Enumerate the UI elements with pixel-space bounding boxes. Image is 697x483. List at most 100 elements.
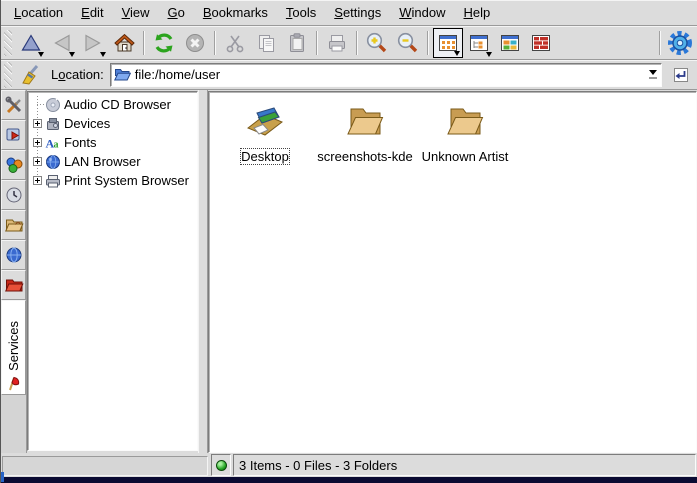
menu-location[interactable]: Location (5, 2, 72, 23)
sidebar-tab-network[interactable] (1, 240, 26, 270)
back-button[interactable] (47, 28, 77, 58)
folder-icon (443, 100, 487, 144)
tree-item-label: Audio CD Browser (64, 97, 171, 112)
status-led-box (211, 454, 231, 476)
cdrom-icon (45, 97, 61, 113)
menu-help[interactable]: Help (455, 2, 500, 23)
file-label[interactable]: Desktop (241, 149, 289, 164)
konqueror-window: Location Edit View Go Bookmarks Tools Se… (0, 0, 697, 483)
tree-expander-plus[interactable] (33, 157, 42, 166)
paste-button[interactable] (282, 28, 312, 58)
reload-icon (152, 31, 176, 55)
menu-edit[interactable]: Edit (72, 2, 112, 23)
fonts-icon: A a (45, 135, 61, 151)
tree-item-print[interactable]: Print System Browser (28, 171, 197, 190)
toolbar-separator (356, 31, 358, 55)
menu-view[interactable]: View (113, 2, 159, 23)
menu-bar: Location Edit View Go Bookmarks Tools Se… (1, 0, 697, 26)
zoom-out-button[interactable] (393, 28, 423, 58)
tree-item-label: Devices (64, 116, 110, 131)
forward-dropdown-arrow[interactable] (100, 52, 106, 57)
sidebar-configure-button[interactable] (1, 90, 26, 120)
toolbar-separator (316, 31, 318, 55)
toolbar-separator (143, 31, 145, 55)
sidebar-tab-home-folder[interactable] (1, 210, 26, 240)
printer-icon (326, 32, 348, 54)
back-dropdown-arrow[interactable] (69, 52, 75, 57)
svg-text:a: a (54, 139, 59, 150)
file-label[interactable]: Unknown Artist (422, 149, 509, 164)
file-label[interactable]: screenshots-kde (317, 149, 412, 164)
detail-view-button[interactable] (526, 28, 556, 58)
home-folder-icon (4, 215, 24, 235)
clear-location-button[interactable] (19, 62, 45, 88)
tree-item-devices[interactable]: Devices (28, 114, 197, 133)
tree-item-audiocd[interactable]: Audio CD Browser (28, 95, 197, 114)
menu-settings[interactable]: Settings (325, 2, 390, 23)
tree-expander-plus[interactable] (33, 119, 42, 128)
back-arrow-icon (51, 32, 73, 54)
status-text: 3 Items - 0 Files - 3 Folders (233, 454, 696, 476)
menu-go[interactable]: Go (159, 2, 194, 23)
copy-button[interactable] (251, 28, 281, 58)
scissors-icon (224, 32, 246, 54)
bookmark-add-icon (4, 125, 24, 145)
zoom-out-icon (396, 31, 420, 55)
sidebar-tab-root-folder[interactable] (1, 270, 26, 300)
menu-bookmarks[interactable]: Bookmarks (194, 2, 277, 23)
reload-button[interactable] (149, 28, 179, 58)
home-icon (112, 31, 136, 55)
zoom-in-icon (365, 31, 389, 55)
tree-item-fonts[interactable]: A a Fonts (28, 133, 197, 152)
up-button[interactable] (16, 28, 46, 58)
tree-expander-plus[interactable] (33, 138, 42, 147)
cut-button[interactable] (220, 28, 250, 58)
multicolumn-view-icon (499, 32, 521, 54)
services-tab-label: Services (6, 321, 21, 371)
sidebar-tab-history[interactable] (1, 180, 26, 210)
location-combobox[interactable]: file:/home/user (110, 63, 662, 87)
file-icon-view[interactable]: Desktop screenshots-kde Unknown Artist (208, 91, 697, 453)
icon-view-button[interactable] (433, 28, 463, 58)
open-folder-icon (114, 67, 131, 82)
colored-balls-icon (4, 155, 24, 175)
sidebar-splitter[interactable] (198, 90, 208, 453)
multicolumn-view-button[interactable] (495, 28, 525, 58)
stop-button[interactable] (180, 28, 210, 58)
sidebar-tab-bookmark-add[interactable] (1, 120, 26, 150)
folder-icon (343, 100, 387, 144)
menu-window[interactable]: Window (390, 2, 454, 23)
paste-icon (286, 32, 308, 54)
icon-view-dropdown-arrow[interactable] (454, 51, 460, 56)
home-button[interactable] (109, 28, 139, 58)
green-led-icon (216, 460, 227, 471)
up-arrow-icon (20, 32, 42, 54)
network-globe-icon (4, 245, 24, 265)
desktop-folder-icon (243, 100, 287, 144)
menu-tools[interactable]: Tools (277, 2, 325, 23)
zoom-in-button[interactable] (362, 28, 392, 58)
forward-button[interactable] (78, 28, 108, 58)
file-item-screenshots-kde[interactable]: screenshots-kde (315, 100, 415, 164)
tree-item-lan[interactable]: LAN Browser (28, 152, 197, 171)
toolbar-drag-handle[interactable] (4, 30, 12, 56)
sidebar-tab-strip-filler (1, 395, 26, 453)
toolbar-separator (659, 31, 661, 55)
location-dropdown-button[interactable] (644, 64, 661, 86)
print-button[interactable] (322, 28, 352, 58)
sidebar-tab-services[interactable]: Services (1, 300, 26, 395)
go-button[interactable] (669, 63, 693, 87)
tree-item-label: Fonts (64, 135, 97, 150)
forward-arrow-icon (82, 32, 104, 54)
file-item-desktop[interactable]: Desktop (215, 100, 315, 164)
location-input[interactable]: file:/home/user (131, 67, 644, 82)
sidebar-tab-bookmarks[interactable] (1, 150, 26, 180)
file-item-unknown-artist[interactable]: Unknown Artist (415, 100, 515, 164)
tree-expander-plus[interactable] (33, 176, 42, 185)
location-toolbar-drag-handle[interactable] (4, 62, 12, 88)
copy-icon (255, 32, 277, 54)
tree-view-button[interactable] (464, 28, 494, 58)
content-area: Services Audio CD Browser (1, 90, 697, 453)
tree-view-dropdown-arrow[interactable] (486, 52, 492, 57)
up-dropdown-arrow[interactable] (38, 52, 44, 57)
